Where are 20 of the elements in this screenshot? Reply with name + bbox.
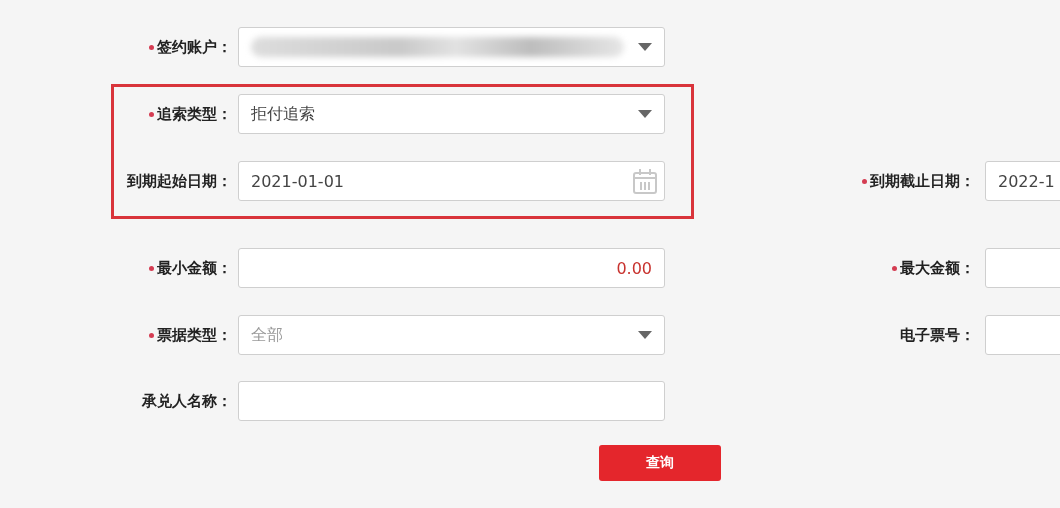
field-label: 电子票号：	[900, 325, 975, 345]
field-label: 追索类型：	[157, 104, 232, 124]
caret-icon	[638, 110, 652, 118]
field-label: 最大金额：	[900, 258, 975, 278]
field-label: 到期起始日期：	[127, 171, 232, 191]
field-label: 到期截止日期：	[870, 171, 975, 191]
calendar-icon	[632, 167, 658, 195]
date-field[interactable]: 2021-01-01	[238, 161, 665, 201]
field-label: 票据类型：	[157, 325, 232, 345]
input-field[interactable]	[238, 381, 665, 421]
input-field[interactable]: 0.00	[238, 248, 665, 288]
dropdown-field[interactable]	[238, 27, 665, 67]
dropdown-field[interactable]: 拒付追索	[238, 94, 665, 134]
field-label: 承兑人名称：	[142, 391, 232, 411]
field-label: 签约账户：	[157, 37, 232, 57]
field-label: 最小金额：	[157, 258, 232, 278]
caret-icon	[638, 331, 652, 339]
query-button[interactable]: 查询	[599, 445, 721, 481]
input-field[interactable]: 2022-1	[985, 161, 1060, 201]
caret-icon	[638, 43, 652, 51]
